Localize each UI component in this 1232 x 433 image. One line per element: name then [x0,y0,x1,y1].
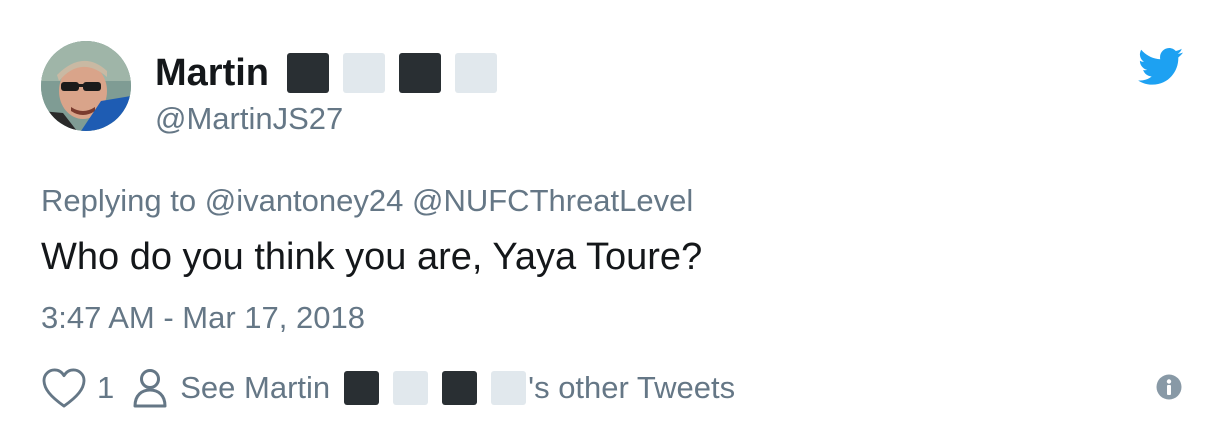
emoji-square-dark [344,371,380,405]
mention-link[interactable]: @NUFCThreatLevel [412,183,693,218]
author-name-row[interactable]: Martin [155,50,511,96]
twitter-bird-icon[interactable] [1138,48,1184,86]
heart-icon[interactable] [41,368,87,408]
emoji-square-light [491,371,527,405]
embedded-tweet-card: Martin @MartinJS27 Replying to @ivantone… [0,0,1232,433]
avatar-photo [41,41,131,131]
mention-link[interactable]: @ivantoney24 [205,183,404,218]
emoji-square-light [393,371,429,405]
author-display-name[interactable]: Martin [155,52,269,95]
author-handle[interactable]: @MartinJS27 [155,101,343,137]
emoji-square-dark [287,53,329,93]
other-tweets-label[interactable]: 's other Tweets [528,370,735,406]
tweet-actions: 1 See Martin 's other Tweets [41,365,735,411]
see-other-tweets-link[interactable]: See Martin [180,370,330,406]
tweet-timestamp[interactable]: 3:47 AM - Mar 17, 2018 [41,300,365,336]
emoji-square-light [455,53,497,93]
info-icon[interactable] [1156,374,1182,400]
emoji-square-dark [442,371,478,405]
emoji-square-light [343,53,385,93]
emoji-square-dark [399,53,441,93]
replying-to-line: Replying to @ivantoney24 @NUFCThreatLeve… [41,183,693,219]
tweet-text: Who do you think you are, Yaya Toure? [41,236,703,278]
replying-to-label: Replying to [41,183,197,218]
like-count[interactable]: 1 [97,370,114,406]
avatar[interactable] [41,41,131,131]
person-icon[interactable] [132,368,168,408]
